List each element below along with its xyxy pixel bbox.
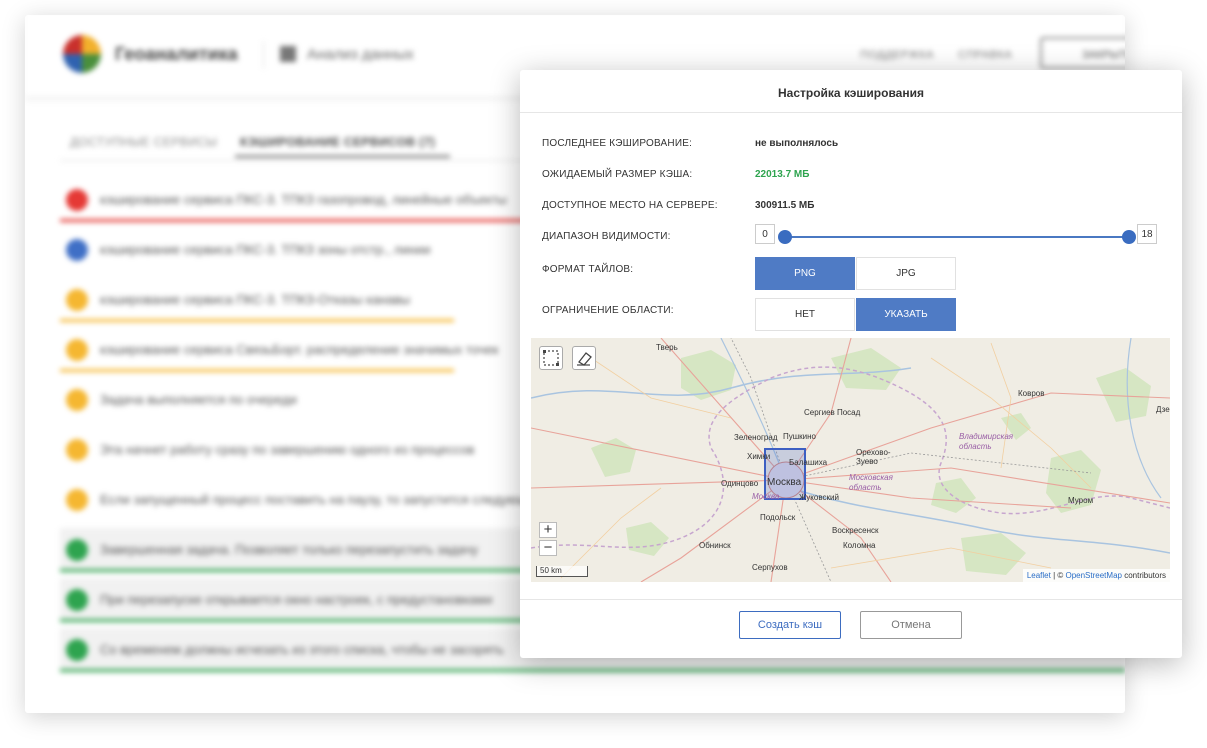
app-logo bbox=[63, 35, 101, 73]
last-cache-value: не выполнялось bbox=[755, 138, 839, 149]
status-icon bbox=[66, 389, 88, 411]
task-text: Со временем должны исчезать из этого спи… bbox=[100, 642, 504, 657]
draw-rectangle-icon[interactable] bbox=[539, 346, 563, 370]
map-label: Зеленоград bbox=[734, 433, 778, 442]
status-icon bbox=[66, 289, 88, 311]
task-text: кэширование сервиса ПКС-3. ТПКЗ-Отказы к… bbox=[100, 292, 411, 307]
status-icon bbox=[66, 239, 88, 261]
map-label: Воскресенск bbox=[832, 526, 879, 535]
status-icon bbox=[66, 489, 88, 511]
task-progress-bar bbox=[60, 369, 455, 372]
map-label: Сергиев Посад bbox=[804, 408, 861, 417]
task-text: Если запущенный процесс поставить на пау… bbox=[100, 492, 543, 507]
leaflet-link[interactable]: Leaflet bbox=[1027, 571, 1051, 580]
expected-size-label: ОЖИДАЕМЫЙ РАЗМЕР КЭША: bbox=[542, 169, 693, 180]
area-selection-map[interactable]: + − Тверь Сергиев Посад Ковров Дзер Зеле… bbox=[531, 338, 1170, 582]
area-limit-none-button[interactable]: НЕТ bbox=[755, 298, 855, 331]
range-slider-track[interactable] bbox=[785, 236, 1129, 238]
cache-settings-dialog: Настройка кэширования ПОСЛЕДНЕЕ КЭШИРОВА… bbox=[520, 70, 1182, 658]
range-max-handle[interactable] bbox=[1122, 230, 1136, 244]
tile-format-jpg-button[interactable]: JPG bbox=[856, 257, 956, 290]
area-limit-label: ОГРАНИЧЕНИЕ ОБЛАСТИ: bbox=[542, 305, 674, 316]
expected-size-value: 22013.7 МБ bbox=[755, 169, 810, 180]
tile-format-label: ФОРМАТ ТАЙЛОВ: bbox=[542, 264, 634, 275]
dialog-footer-divider bbox=[520, 599, 1182, 600]
cancel-button[interactable]: Отмена bbox=[860, 611, 962, 639]
tabs-divider bbox=[60, 160, 530, 161]
status-icon bbox=[66, 639, 88, 661]
osm-link[interactable]: OpenStreetMap bbox=[1065, 571, 1121, 580]
map-label: Химки bbox=[747, 452, 771, 461]
header-divider bbox=[263, 41, 264, 69]
create-cache-button[interactable]: Создать кэш bbox=[739, 611, 841, 639]
map-label: Пушкино bbox=[783, 432, 817, 441]
map-label: Одинцово bbox=[721, 479, 759, 488]
task-progress-bar bbox=[60, 669, 1125, 672]
map-region-label: Владимирская область bbox=[959, 432, 1014, 451]
map-label: Балашиха bbox=[789, 458, 828, 467]
help-link[interactable]: СПРАВКА bbox=[958, 49, 1012, 61]
map-attribution: Leaflet | © OpenStreetMap contributors bbox=[1022, 569, 1170, 582]
map-label: Муром bbox=[1068, 496, 1094, 505]
area-limit-specify-button[interactable]: УКАЗАТЬ bbox=[856, 298, 956, 331]
map-label: Орехово-Зуево bbox=[856, 448, 891, 466]
tab-available-services[interactable]: ДОСТУПНЫЕ СЕРВИСЫ bbox=[70, 135, 217, 149]
task-text: При перезапуске открывается окно настрое… bbox=[100, 592, 493, 607]
map-label: Дзер bbox=[1156, 405, 1170, 414]
dialog-header-divider bbox=[520, 112, 1182, 113]
task-text: кэширование сервиса СвязьБорт. распредел… bbox=[100, 342, 499, 357]
visibility-range-label: ДИАПАЗОН ВИДИМОСТИ: bbox=[542, 231, 671, 242]
task-text: Эта начнет работу сразу по завершению од… bbox=[100, 442, 475, 457]
close-button[interactable]: ЗАКРЫТЬ bbox=[1040, 37, 1125, 69]
zoom-out-button[interactable]: − bbox=[539, 540, 557, 556]
range-min-value: 0 bbox=[755, 224, 775, 244]
support-link[interactable]: ПОДДЕРЖКА bbox=[860, 49, 934, 61]
map-label-moscow: Москва bbox=[767, 477, 802, 488]
task-text: Завершенная задача. Позволяет только пер… bbox=[100, 542, 479, 557]
grid-icon bbox=[280, 46, 296, 62]
free-space-value: 300911.5 МБ bbox=[755, 200, 815, 211]
status-icon bbox=[66, 339, 88, 361]
task-text: кэширование сервиса ПКС-3. ТПКЗ зоны отс… bbox=[100, 242, 431, 257]
map-scale: 50 km bbox=[536, 566, 588, 577]
active-tab-indicator bbox=[235, 155, 450, 158]
range-max-value: 18 bbox=[1137, 224, 1157, 244]
task-text: Задача выполняется по очереди bbox=[100, 392, 297, 407]
status-icon bbox=[66, 589, 88, 611]
tile-format-png-button[interactable]: PNG bbox=[755, 257, 855, 290]
last-cache-label: ПОСЛЕДНЕЕ КЭШИРОВАНИЕ: bbox=[542, 138, 693, 149]
status-icon bbox=[66, 439, 88, 461]
map-label: Серпухов bbox=[752, 563, 788, 572]
map-label: Подольск bbox=[760, 513, 796, 522]
map-label: Ковров bbox=[1018, 389, 1045, 398]
map-label: Жуковский bbox=[799, 493, 839, 502]
dialog-title: Настройка кэширования bbox=[778, 86, 924, 100]
status-icon bbox=[66, 539, 88, 561]
zoom-in-button[interactable]: + bbox=[539, 522, 557, 538]
eraser-icon[interactable] bbox=[572, 346, 596, 370]
map-label: Тверь bbox=[656, 343, 678, 352]
free-space-label: ДОСТУПНОЕ МЕСТО НА СЕРВЕРЕ: bbox=[542, 200, 718, 211]
map-label: Коломна bbox=[843, 541, 876, 550]
map-region-label: Москва bbox=[752, 492, 780, 501]
brand-name: Геоаналитика bbox=[115, 44, 238, 64]
status-icon bbox=[66, 189, 88, 211]
task-text: кэширование сервиса ПКС-3. ТПКЗ газопров… bbox=[100, 192, 507, 207]
task-progress-bar bbox=[60, 319, 455, 322]
range-min-handle[interactable] bbox=[778, 230, 792, 244]
section-title: Анализ данных bbox=[307, 46, 414, 63]
tab-caching-services[interactable]: КЭШИРОВАНИЕ СЕРВИСОВ (7) bbox=[240, 135, 435, 149]
map-label: Обнинск bbox=[699, 541, 731, 550]
map-region-label: Московская область bbox=[849, 473, 893, 492]
